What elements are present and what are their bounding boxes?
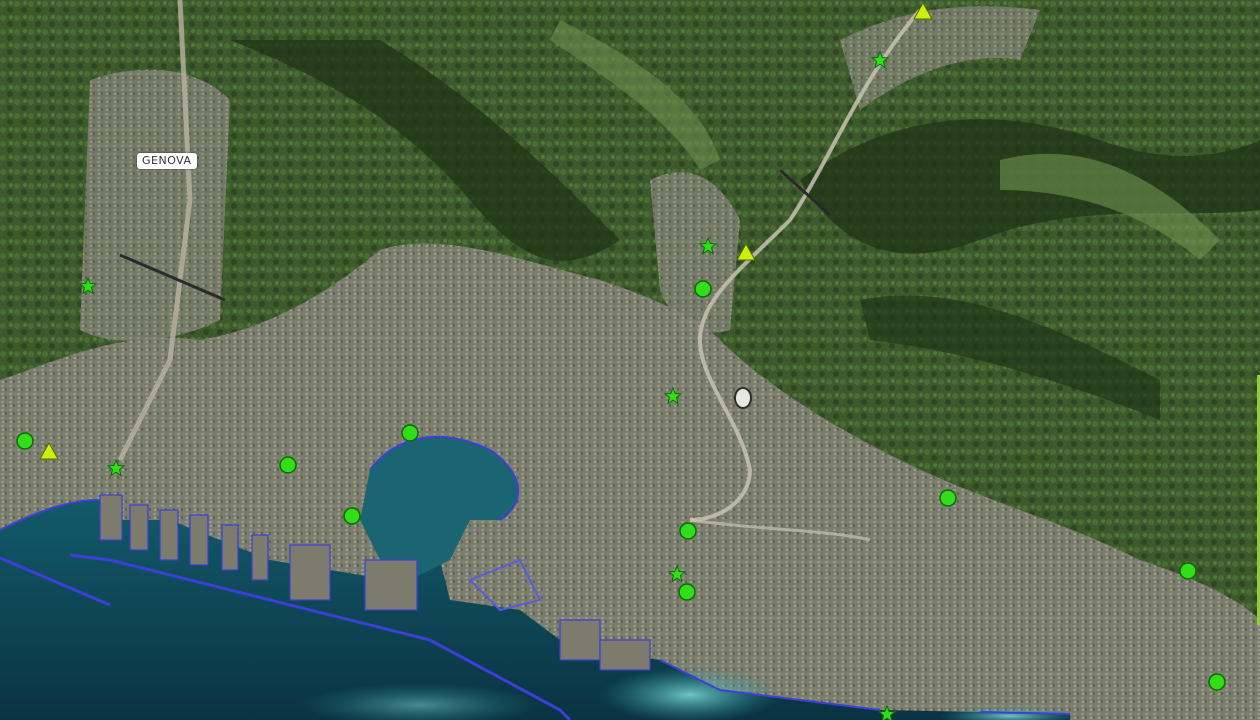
- circle-marker[interactable]: [15, 431, 35, 451]
- circle-marker[interactable]: [938, 488, 958, 508]
- triangle-marker[interactable]: [913, 2, 933, 20]
- star-marker[interactable]: [878, 705, 896, 720]
- circle-marker[interactable]: [278, 455, 298, 475]
- star-marker[interactable]: [668, 565, 686, 583]
- city-label: GENOVA: [137, 153, 197, 169]
- circle-marker[interactable]: [400, 423, 420, 443]
- stadium: [734, 387, 752, 409]
- triangle-marker[interactable]: [736, 243, 756, 261]
- star-marker[interactable]: [79, 277, 97, 295]
- star-marker[interactable]: [871, 51, 889, 69]
- circle-marker[interactable]: [1207, 672, 1227, 692]
- star-marker[interactable]: [699, 237, 717, 255]
- satellite-imagery: [0, 0, 1260, 720]
- circle-marker[interactable]: [1178, 561, 1198, 581]
- circle-marker[interactable]: [342, 506, 362, 526]
- map-view[interactable]: GENOVA: [0, 0, 1260, 720]
- star-marker[interactable]: [107, 459, 125, 477]
- star-marker[interactable]: [664, 387, 682, 405]
- circle-marker[interactable]: [693, 279, 713, 299]
- triangle-marker[interactable]: [39, 442, 59, 460]
- circle-marker[interactable]: [678, 521, 698, 541]
- urban-area: [80, 69, 230, 341]
- circle-marker[interactable]: [677, 582, 697, 602]
